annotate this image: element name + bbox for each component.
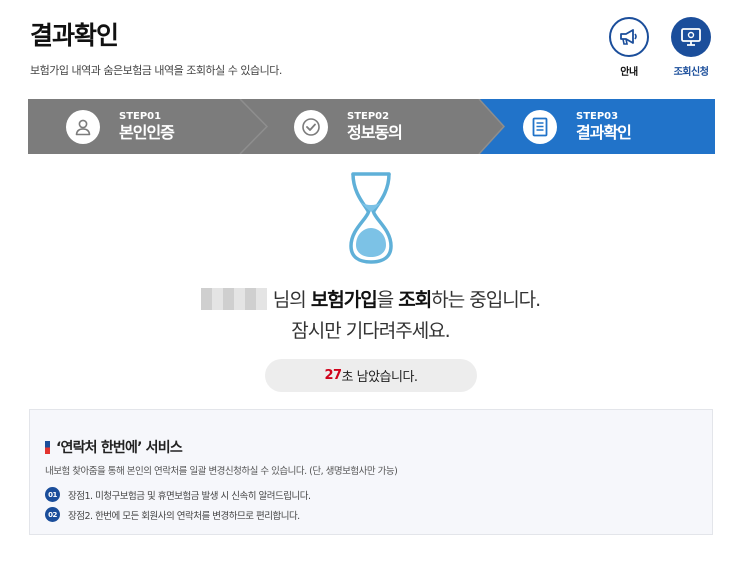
status-message: 님의 보험가입을 조회하는 중입니다. — [0, 285, 741, 312]
keyword-inquiry: 조회 — [398, 289, 432, 311]
service-benefit-item: 01 장점1. 미청구보험금 및 휴면보험금 발생 시 신속히 알려드립니다. — [45, 487, 311, 502]
hourglass-icon — [347, 172, 395, 268]
masked-user-name — [200, 288, 267, 310]
page-title: 결과확인 — [30, 21, 119, 50]
step-1-number: STEP01 — [119, 110, 162, 122]
monitor-icon — [671, 17, 711, 57]
step-3-result: STEP03 결과확인 — [523, 99, 632, 154]
guide-label: 안내 — [620, 67, 638, 78]
service-description: 내보험 찾아줌을 통해 본인의 연락처를 일괄 변경신청하실 수 있습니다. (… — [45, 466, 398, 477]
inquiry-apply-label: 조회신청 — [673, 67, 709, 78]
page-subtitle: 보험가입 내역과 숨은보험금 내역을 조회하실 수 있습니다. — [30, 64, 282, 77]
check-circle-icon — [294, 109, 328, 144]
step-1-name: 본인인증 — [119, 122, 175, 142]
step-3-number: STEP03 — [576, 110, 619, 122]
step-2-number: STEP02 — [347, 110, 390, 122]
step-2-name: 정보동의 — [347, 122, 403, 142]
title-marker-icon — [45, 440, 50, 454]
service-title: ‘연락처 한번에’ 서비스 — [45, 437, 183, 457]
inquiry-apply-button[interactable]: 조회신청 — [669, 17, 713, 78]
timer-suffix: 초 남았습니다. — [341, 370, 419, 385]
step-3-name: 결과확인 — [576, 122, 632, 142]
guide-button[interactable]: 안내 — [607, 17, 651, 78]
name-suffix: 님의 — [272, 289, 307, 311]
keyword-insurance: 보험가입 — [310, 289, 378, 311]
service-title-text: ‘연락처 한번에’ 서비스 — [56, 440, 183, 456]
document-icon — [523, 109, 557, 144]
countdown-timer: 27 초 남았습니다. — [265, 359, 477, 392]
step-2-consent: STEP02 정보동의 — [294, 99, 403, 154]
wait-message: 잠시만 기다려주세요. — [291, 320, 450, 342]
person-icon — [66, 109, 100, 144]
step-1-identity: STEP01 본인인증 — [66, 99, 175, 154]
step-progress-bar: STEP01 본인인증 STEP02 정보동의 STEP03 결과확인 — [28, 99, 715, 154]
megaphone-icon — [609, 17, 649, 57]
service-benefit-item: 02 장점2. 한번에 모든 회원사의 연락처를 변경하므로 편리합니다. — [45, 507, 300, 522]
benefit-text: 장점1. 미청구보험금 및 휴면보험금 발생 시 신속히 알려드립니다. — [68, 490, 311, 502]
benefit-number-badge: 01 — [45, 487, 60, 502]
status-rest: 하는 중입니다. — [431, 289, 541, 311]
benefit-number-badge: 02 — [45, 507, 60, 522]
particle: 을 — [376, 289, 395, 311]
contact-service-box: ‘연락처 한번에’ 서비스 내보험 찾아줌을 통해 본인의 연락처를 일괄 변경… — [29, 409, 713, 535]
timer-seconds: 27 — [324, 368, 342, 383]
benefit-text: 장점2. 한번에 모든 회원사의 연락처를 변경하므로 편리합니다. — [68, 510, 300, 522]
